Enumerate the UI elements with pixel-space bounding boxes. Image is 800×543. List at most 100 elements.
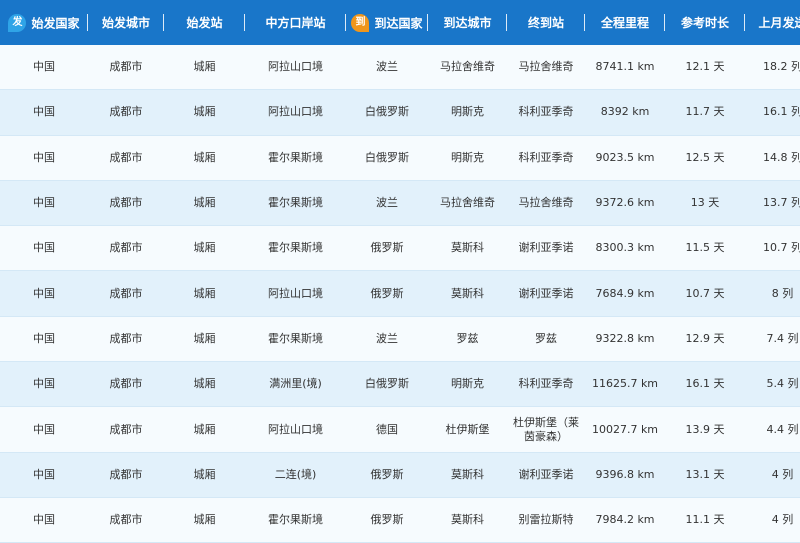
table-row[interactable]: 中国 成都市 城厢 阿拉山口境 波兰 马拉舍维奇 马拉舍维奇 8741.1 km 12.1 天1… — [0, 45, 800, 91]
col-header-origin-city[interactable]: 始发城市 — [88, 0, 164, 45]
origin-station-cell: 城厢 — [164, 226, 245, 272]
terminal-station-cell: 谢利亚季诺 — [507, 271, 585, 317]
origin-city-cell: 成都市 — [88, 180, 164, 227]
destination-city-cell: 莫斯科 — [428, 226, 507, 272]
border-port-cell: 霍尔果斯境 — [245, 497, 346, 543]
origin-city-cell: 成都市 — [88, 362, 164, 408]
col-header-border-port[interactable]: 中方口岸站 — [245, 0, 346, 45]
trains-sent-cell: 10.7 列 — [745, 226, 800, 272]
col-header-origin-station[interactable]: 始发站 — [164, 0, 245, 45]
terminal-station-cell: 科利亚季奇 — [507, 362, 585, 408]
destination-city-cell: 明斯克 — [428, 90, 507, 136]
distance-cell: 9023.5 km — [585, 135, 665, 181]
origin-city-cell: 成都市 — [88, 135, 164, 181]
trains-sent-cell: 16.1 列 — [745, 90, 800, 136]
destination-country-cell: 俄罗斯 — [346, 497, 428, 543]
duration-cell: 11.5 天 — [665, 226, 745, 272]
origin-country-cell: 中国 — [0, 271, 88, 317]
destination-city-cell: 罗兹 — [428, 316, 507, 363]
distance-cell: 8741.1 km — [585, 45, 665, 91]
trains-sent-cell: 8 列 — [745, 271, 800, 317]
origin-country-cell: 中国 — [0, 90, 88, 136]
destination-city-cell: 莫斯科 — [428, 452, 507, 498]
table-row[interactable]: 中国 成都市 城厢 霍尔果斯境 白俄罗斯 明斯克 科利亚季奇 9023.5 km 12.5 天1… — [0, 135, 800, 181]
origin-station-cell: 城厢 — [164, 45, 245, 91]
destination-country-cell: 白俄罗斯 — [346, 362, 428, 408]
distance-cell: 7684.9 km — [585, 271, 665, 317]
destination-country-cell: 德国 — [346, 407, 428, 453]
duration-cell: 11.7 天 — [665, 90, 745, 136]
table-row[interactable]: 中国 成都市 城厢 霍尔果斯境 俄罗斯 莫斯科 别雷拉斯特 7984.2 km 11.1 天4 … — [0, 497, 800, 543]
table-row[interactable]: 中国 成都市 城厢 阿拉山口境 白俄罗斯 明斯克 科利亚季奇 8392 km 11.7 天 16.… — [0, 90, 800, 136]
origin-country-cell: 中国 — [0, 316, 88, 363]
origin-country-cell: 中国 — [0, 407, 88, 453]
duration-cell: 12.9 天 — [665, 316, 745, 363]
table-row[interactable]: 中国 成都市 城厢 霍尔果斯境 波兰 马拉舍维奇 马拉舍维奇 9372.6 km 13 天 13.… — [0, 180, 800, 227]
terminal-station-cell: 马拉舍维奇 — [507, 180, 585, 227]
col-header-destination-city[interactable]: 到达城市 — [428, 0, 507, 45]
table-row[interactable]: 中国 成都市 城厢 二连(境) 俄罗斯 莫斯科 谢利亚季诺 9396.8 km 13.1 天4 … — [0, 452, 800, 498]
table-row[interactable]: 中国 成都市 城厢 阿拉山口境 俄罗斯 莫斯科 谢利亚季诺 7684.9 km 10.7 天8 … — [0, 271, 800, 317]
col-header-terminal-station[interactable]: 终到站 — [507, 0, 585, 45]
train-routes-table: 发始发国家 始发城市 始发站 中方口岸站 到到达国家 到达城市 终到站 全程里程… — [0, 0, 800, 543]
trains-sent-cell: 13.7 列 — [745, 180, 800, 227]
table-row[interactable]: 中国 成都市 城厢 阿拉山口境 德国 杜伊斯堡 杜伊斯堡（莱茵豪森） 10027.7 km 13… — [0, 407, 800, 453]
border-port-cell: 满洲里(境) — [245, 362, 346, 408]
col-header-duration[interactable]: 参考时长 — [665, 0, 745, 45]
col-header-total-distance[interactable]: 全程里程 — [585, 0, 665, 45]
table-row[interactable]: 中国 成都市 城厢 霍尔果斯境 俄罗斯 莫斯科 谢利亚季诺 8300.3 km 11.5 天 10… — [0, 226, 800, 272]
origin-country-cell: 中国 — [0, 135, 88, 181]
destination-country-cell: 俄罗斯 — [346, 271, 428, 317]
col-header-destination-country[interactable]: 到到达国家 — [346, 0, 428, 45]
distance-cell: 9396.8 km — [585, 452, 665, 498]
border-port-cell: 霍尔果斯境 — [245, 180, 346, 227]
col-header-last-month-trains[interactable]: 上月发送 — [745, 0, 800, 45]
terminal-station-cell: 别雷拉斯特 — [507, 497, 585, 543]
origin-city-cell: 成都市 — [88, 45, 164, 91]
destination-country-cell: 波兰 — [346, 180, 428, 227]
trains-sent-cell: 7.4 列 — [745, 316, 800, 363]
table-row[interactable]: 中国 成都市 城厢 霍尔果斯境 波兰 罗兹 罗兹 9322.8 km 12.9 天 7.4 列 — [0, 316, 800, 363]
destination-city-cell: 马拉舍维奇 — [428, 180, 507, 227]
col-header-origin-country[interactable]: 发始发国家 — [0, 0, 88, 45]
table-body: 中国 成都市 城厢 阿拉山口境 波兰 马拉舍维奇 马拉舍维奇 8741.1 km 12.1 天1… — [0, 45, 800, 543]
origin-country-cell: 中国 — [0, 452, 88, 498]
border-port-cell: 二连(境) — [245, 452, 346, 498]
distance-cell: 11625.7 km — [585, 362, 665, 408]
duration-cell: 12.5 天 — [665, 135, 745, 181]
origin-city-cell: 成都市 — [88, 452, 164, 498]
terminal-station-cell: 科利亚季奇 — [507, 135, 585, 181]
origin-station-cell: 城厢 — [164, 452, 245, 498]
origin-country-cell: 中国 — [0, 497, 88, 543]
terminal-station-cell: 马拉舍维奇 — [507, 45, 585, 91]
duration-cell: 13.1 天 — [665, 452, 745, 498]
table-row[interactable]: 中国 成都市 城厢 满洲里(境) 白俄罗斯 明斯克 科利亚季奇 11625.7 km 16.1 … — [0, 362, 800, 408]
trains-sent-cell: 14.8 列 — [745, 135, 800, 181]
terminal-station-cell: 谢利亚季诺 — [507, 226, 585, 272]
destination-country-cell: 俄罗斯 — [346, 452, 428, 498]
destination-country-cell: 白俄罗斯 — [346, 90, 428, 136]
duration-cell: 13 天 — [665, 180, 745, 227]
border-port-cell: 阿拉山口境 — [245, 407, 346, 453]
terminal-station-cell: 谢利亚季诺 — [507, 452, 585, 498]
distance-cell: 8300.3 km — [585, 226, 665, 272]
table-header-row: 发始发国家 始发城市 始发站 中方口岸站 到到达国家 到达城市 终到站 全程里程… — [0, 0, 800, 45]
origin-country-cell: 中国 — [0, 45, 88, 91]
destination-country-cell: 波兰 — [346, 316, 428, 363]
distance-cell: 8392 km — [585, 90, 665, 136]
destination-city-cell: 杜伊斯堡 — [428, 407, 507, 453]
distance-cell: 9322.8 km — [585, 316, 665, 363]
origin-station-cell: 城厢 — [164, 90, 245, 136]
destination-city-cell: 明斯克 — [428, 135, 507, 181]
distance-cell: 10027.7 km — [585, 407, 665, 453]
arrival-badge-icon: 到 — [351, 13, 370, 32]
destination-country-cell: 俄罗斯 — [346, 226, 428, 272]
distance-cell: 9372.6 km — [585, 180, 665, 227]
duration-cell: 16.1 天 — [665, 362, 745, 408]
border-port-cell: 霍尔果斯境 — [245, 226, 346, 272]
departure-badge-icon: 发 — [8, 13, 27, 32]
destination-city-cell: 马拉舍维奇 — [428, 45, 507, 91]
origin-city-cell: 成都市 — [88, 226, 164, 272]
trains-sent-cell: 5.4 列 — [745, 362, 800, 408]
border-port-cell: 霍尔果斯境 — [245, 135, 346, 181]
